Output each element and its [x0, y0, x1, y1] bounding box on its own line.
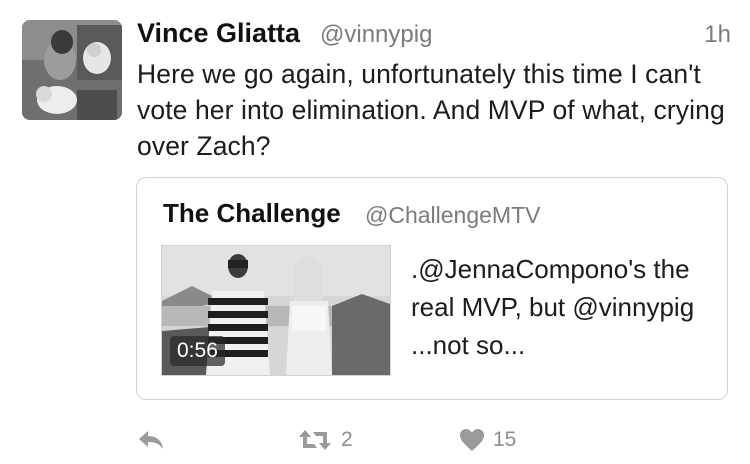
video-duration: 0:56: [170, 336, 225, 366]
tweet-header: Vince Gliatta @vinnypig 1h: [137, 16, 731, 52]
like-count: 15: [493, 428, 517, 451]
action-bar: 2 15: [137, 420, 637, 460]
author-handle[interactable]: @vinnypig: [320, 21, 432, 49]
retweet-count: 2: [341, 428, 353, 451]
heart-icon: [460, 429, 484, 451]
retweet-icon: [299, 430, 331, 450]
timestamp[interactable]: 1h: [704, 21, 731, 49]
quoted-tweet[interactable]: The Challenge @ChallengeMTV 0:56 .@Jenna…: [136, 177, 728, 400]
video-thumbnail[interactable]: 0:56: [161, 245, 391, 376]
reply-button[interactable]: [137, 420, 165, 460]
author-name[interactable]: Vince Gliatta: [137, 18, 300, 49]
tweet-card[interactable]: Vince Gliatta @vinnypig 1h Here we go ag…: [0, 0, 750, 464]
avatar[interactable]: [22, 20, 122, 120]
like-button[interactable]: 15: [459, 420, 516, 460]
retweet-button[interactable]: 2: [297, 420, 353, 460]
quoted-author-handle: @ChallengeMTV: [365, 202, 541, 228]
quoted-text: .@JennaCompono's the real MVP, but @vinn…: [411, 254, 695, 360]
tweet-text: Here we go again, unfortunately this tim…: [137, 59, 725, 161]
quoted-author-name: The Challenge: [163, 198, 341, 228]
avatar-photo: [22, 20, 122, 120]
reply-icon: [139, 431, 163, 449]
